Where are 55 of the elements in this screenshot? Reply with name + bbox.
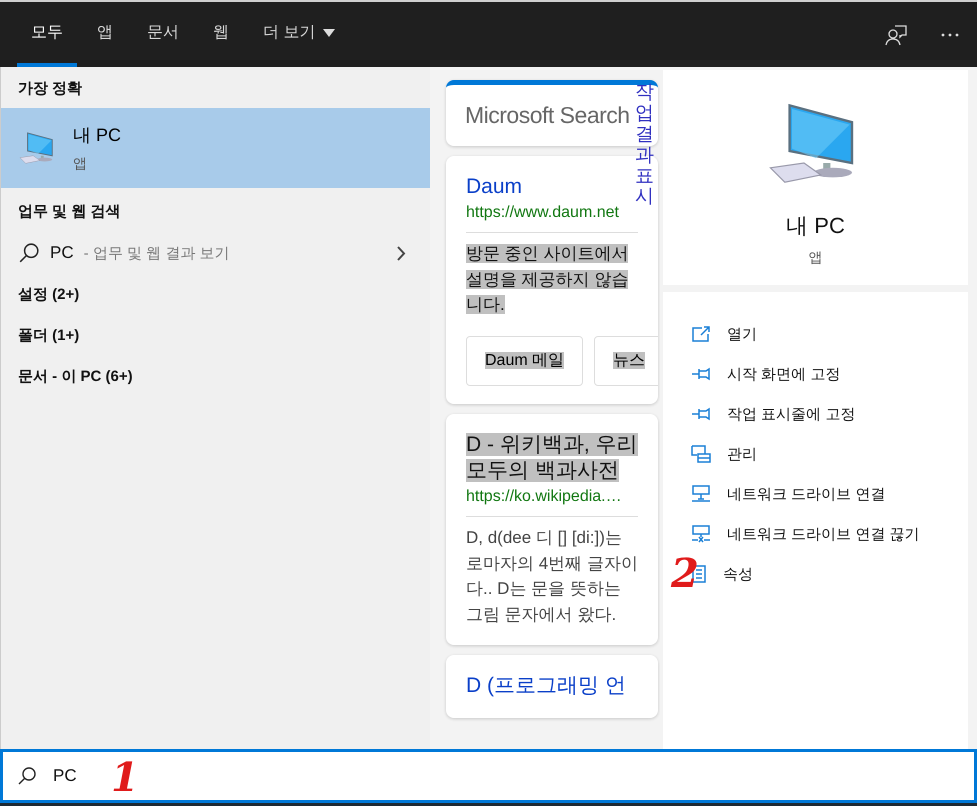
search-field[interactable]: PC xyxy=(51,765,91,787)
action-item[interactable]: 작업 표시줄에 고정 xyxy=(691,394,968,434)
open-window-icon xyxy=(691,325,711,343)
tab[interactable]: 더 보기 xyxy=(249,2,350,67)
result-snippet: D, d(dee 디 [] [di:])는 로마자의 4번째 글자이다.. D는 문을 뜻하는 그림 문자에서 왔다. xyxy=(466,527,638,626)
search-icon xyxy=(18,242,40,264)
annotation-number: 2 xyxy=(671,554,699,594)
annotation-number: 1 xyxy=(111,758,139,798)
feedback-icon[interactable] xyxy=(885,24,907,46)
preview-title: 내 PC xyxy=(786,212,845,240)
section-heading: 업무 및 웹 검색 xyxy=(17,202,122,222)
item-subtitle: 앱 xyxy=(73,155,88,173)
result-title[interactable]: D - 위키백과, 우리 모두의 백과사전 xyxy=(466,432,638,484)
section-heading: 가장 정확 xyxy=(17,79,84,99)
action-item[interactable]: 네트워크 드라이브 연결 끊기 xyxy=(691,514,968,554)
category-heading[interactable]: 설정 (2+) xyxy=(1,275,430,316)
action-item[interactable]: 시작 화면에 고정 xyxy=(691,354,968,394)
action-label: 네트워크 드라이브 연결 끊기 xyxy=(727,524,920,544)
result-url[interactable]: https://ko.wikipedia.… xyxy=(466,488,638,506)
result-title[interactable]: Daum xyxy=(466,174,522,200)
preview-subtitle: 앱 xyxy=(808,248,822,267)
microsoft-search-logo: Microsoft Search xyxy=(465,102,630,129)
show-work-results-link[interactable]: 작업 결과 표시 xyxy=(635,83,654,208)
web-search-item[interactable]: PC - 업무 및 웹 결과 보기 xyxy=(1,231,430,275)
network-drive-icon xyxy=(691,485,711,503)
category-heading[interactable]: 문서 - 이 PC (6+) xyxy=(1,357,430,398)
result-url[interactable]: https://www.daum.net xyxy=(466,204,638,222)
query-text: PC xyxy=(50,243,74,263)
pin-icon xyxy=(691,367,711,381)
search-icon xyxy=(17,766,37,786)
hint-text: - 업무 및 웹 결과 보기 xyxy=(84,244,230,262)
quick-link-button[interactable]: Daum 메일 xyxy=(466,336,584,386)
action-label: 관리 xyxy=(727,444,757,464)
result-snippet: 방문 중인 사이트에서 설명을 제공하지 않습니다. xyxy=(466,243,630,316)
best-match-item[interactable]: 내 PC 앱 xyxy=(1,108,430,188)
action-label: 속성 xyxy=(723,564,753,584)
action-label: 네트워크 드라이브 연결 xyxy=(727,484,886,504)
action-item[interactable]: 네트워크 드라이브 연결 xyxy=(691,474,968,514)
tab[interactable]: 문서 xyxy=(133,2,193,67)
action-label: 작업 표시줄에 고정 xyxy=(727,404,856,424)
action-item[interactable]: 관리 xyxy=(691,434,968,474)
manage-computer-icon xyxy=(691,445,711,463)
quick-link-button[interactable]: 뉴스 xyxy=(594,336,658,386)
pin-icon xyxy=(691,407,711,421)
tab[interactable]: 앱 xyxy=(83,2,127,67)
action-label: 열기 xyxy=(727,324,757,344)
network-drive-disconnect-icon xyxy=(691,525,711,543)
category-heading[interactable]: 폴더 (1+) xyxy=(1,316,430,357)
item-title: 내 PC xyxy=(73,124,122,147)
action-label: 시작 화면에 고정 xyxy=(727,364,840,384)
more-icon[interactable] xyxy=(941,32,959,36)
action-item[interactable]: 열기 xyxy=(691,314,968,354)
result-title[interactable]: D (프로그래밍 언 xyxy=(466,673,626,700)
tab[interactable]: 웹 xyxy=(199,2,243,67)
chevron-right-icon xyxy=(397,246,406,260)
